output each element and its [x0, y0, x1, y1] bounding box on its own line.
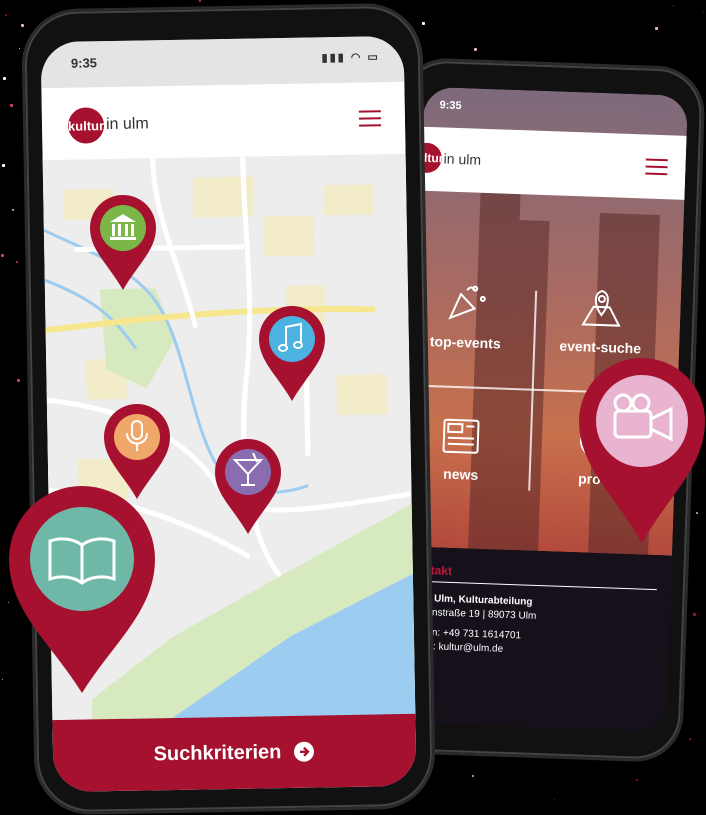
sparkle: [3, 77, 6, 80]
sparkle: [474, 48, 477, 51]
map-pin-video[interactable]: [577, 355, 706, 550]
book-icon: [6, 483, 158, 695]
app-header: kultur in ulm: [421, 127, 687, 200]
sparkle: [703, 11, 704, 12]
sparkle: [21, 24, 24, 27]
tile-label: top-events: [430, 333, 501, 351]
sparkle: [472, 775, 474, 777]
sparkle: [636, 779, 638, 781]
sparkle: [689, 738, 691, 740]
confetti-icon: [444, 280, 490, 326]
map-pin-book[interactable]: [6, 483, 158, 700]
map-pin-museum[interactable]: [88, 194, 158, 297]
sparkle: [2, 679, 3, 680]
sparkle: [1, 254, 4, 257]
status-time: 9:35: [71, 55, 97, 70]
sparkle: [673, 5, 674, 6]
sparkle: [693, 613, 696, 616]
sparkle: [10, 104, 13, 107]
contact-section: Kontakt Stadt Ulm, Kulturabteilung Fraue…: [402, 546, 672, 731]
sparkle: [19, 48, 20, 49]
status-bar: 9:35 ▮▮▮ ◠ ▭: [41, 36, 405, 88]
map-pin-music[interactable]: [257, 305, 327, 408]
map-pin-cocktail[interactable]: [213, 438, 283, 541]
menu-icon[interactable]: [359, 110, 381, 126]
menu-icon[interactable]: [645, 159, 668, 176]
sparkle: [5, 14, 7, 16]
sparkle: [16, 261, 18, 263]
kultur-in-ulm-logo[interactable]: kultur in ulm: [68, 106, 149, 143]
tile-event-suche[interactable]: event-suche: [540, 283, 662, 357]
map-pin-icon: [579, 284, 625, 330]
sparkle: [2, 164, 5, 167]
tile-label: event-suche: [559, 338, 641, 357]
video-camera-icon: [577, 355, 706, 545]
sparkle: [554, 799, 555, 800]
status-time: 9:35: [439, 99, 461, 112]
tile-label: news: [443, 466, 479, 483]
search-criteria-label: Suchkriterien: [153, 741, 281, 766]
signal-wifi-battery-icon: ▮▮▮ ◠ ▭: [322, 50, 380, 64]
sparkle: [655, 27, 658, 30]
museum-icon: [88, 194, 158, 292]
app-header: kultur in ulm: [41, 82, 405, 160]
cocktail-icon: [213, 438, 283, 536]
logo-text: in ulm: [106, 115, 149, 134]
sparkle: [422, 22, 425, 25]
sparkle: [199, 0, 201, 2]
music-note-icon: [257, 305, 327, 403]
arrow-right-circle-icon: [293, 741, 315, 763]
logo-circle: kultur: [68, 107, 105, 144]
search-criteria-button[interactable]: Suchkriterien: [52, 714, 416, 792]
sparkle: [12, 209, 14, 211]
contact-divider: [407, 580, 657, 590]
logo-text: in ulm: [443, 150, 481, 167]
newspaper-icon: [439, 416, 484, 458]
sparkle: [17, 379, 20, 382]
